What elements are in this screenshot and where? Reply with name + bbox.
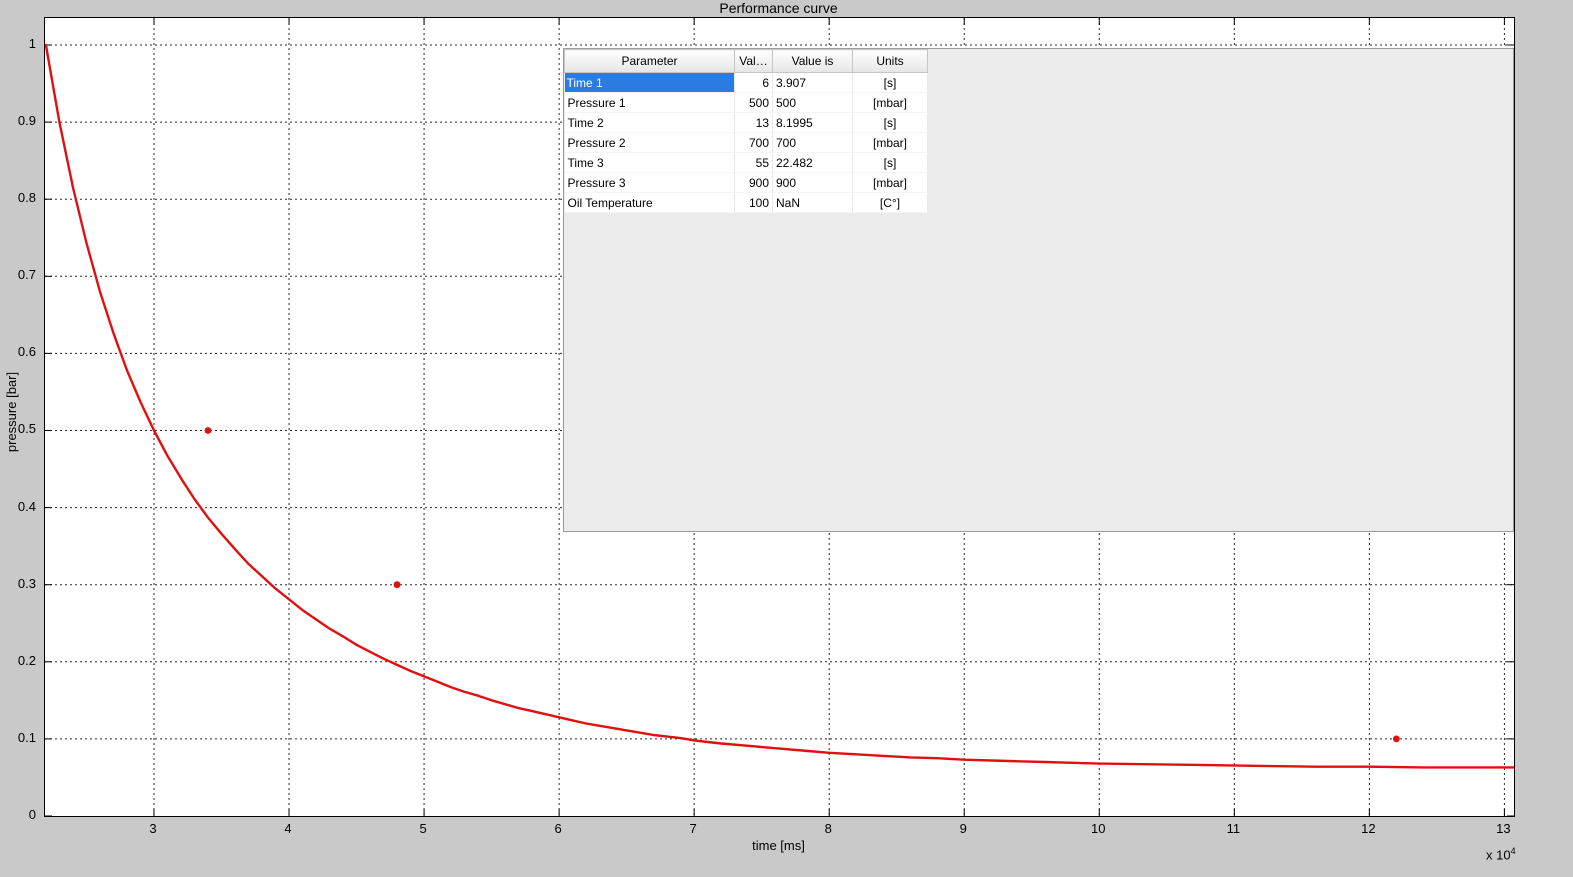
table-row: Pressure 1500500[mbar] [565, 93, 928, 113]
value-cell[interactable]: 13 [735, 113, 773, 133]
y-tick-label: 0.4 [18, 499, 36, 514]
x-tick-label: 12 [1361, 821, 1375, 836]
units-cell[interactable]: [mbar] [853, 173, 928, 193]
value-cell[interactable]: 6 [735, 73, 773, 93]
y-tick-label: 0.1 [18, 730, 36, 745]
figure-window: Performance curve pressure [bar] time [m… [0, 0, 1573, 877]
table-row: Time 2138.1995[s] [565, 113, 928, 133]
data-point [205, 427, 212, 434]
table-header-row: ParameterVal…Value isUnits [565, 50, 928, 73]
x-tick-label: 11 [1227, 821, 1241, 836]
value-cell[interactable]: 100 [735, 193, 773, 213]
value-is-cell[interactable]: 700 [773, 133, 853, 153]
x-tick-label: 10 [1091, 821, 1105, 836]
units-cell[interactable]: [mbar] [853, 133, 928, 153]
x-tick-label: 6 [554, 821, 561, 836]
table-header-cell: Parameter [565, 50, 735, 73]
y-tick-label: 0.3 [18, 576, 36, 591]
y-tick-label: 0.7 [18, 267, 36, 282]
x-axis-multiplier: x 104 [1486, 846, 1516, 862]
parameter-cell[interactable]: Time 1 [565, 73, 735, 93]
chart-title: Performance curve [44, 0, 1513, 16]
table-header-cell: Units [853, 50, 928, 73]
y-tick-label: 1 [29, 36, 36, 51]
table-row: Time 163.907[s] [565, 73, 928, 93]
parameter-table: ParameterVal…Value isUnits Time 163.907[… [564, 49, 928, 213]
y-tick-label: 0.5 [18, 421, 36, 436]
y-tick-label: 0 [29, 807, 36, 822]
value-cell[interactable]: 500 [735, 93, 773, 113]
parameter-cell[interactable]: Pressure 3 [565, 173, 735, 193]
value-cell[interactable]: 900 [735, 173, 773, 193]
table-row: Time 35522.482[s] [565, 153, 928, 173]
x-tick-label: 5 [419, 821, 426, 836]
y-axis-label: pressure [bar] [4, 352, 20, 472]
x-tick-label: 9 [960, 821, 967, 836]
y-tick-label: 0.6 [18, 344, 36, 359]
y-tick-label: 0.8 [18, 190, 36, 205]
parameter-cell[interactable]: Pressure 1 [565, 93, 735, 113]
value-is-cell[interactable]: 22.482 [773, 153, 853, 173]
units-cell[interactable]: [mbar] [853, 93, 928, 113]
multiplier-exponent: 4 [1511, 846, 1516, 856]
parameter-cell[interactable]: Pressure 2 [565, 133, 735, 153]
x-tick-label: 3 [149, 821, 156, 836]
value-cell[interactable]: 700 [735, 133, 773, 153]
y-tick-label: 0.9 [18, 113, 36, 128]
multiplier-base: x 10 [1486, 847, 1511, 862]
value-is-cell[interactable]: 900 [773, 173, 853, 193]
x-tick-label: 4 [284, 821, 291, 836]
x-axis-label: time [ms] [44, 838, 1513, 853]
units-cell[interactable]: [C°] [853, 193, 928, 213]
table-row: Pressure 3900900[mbar] [565, 173, 928, 193]
data-point [394, 581, 401, 588]
table-header-cell: Val… [735, 50, 773, 73]
data-point [1393, 735, 1400, 742]
parameter-cell[interactable]: Oil Temperature [565, 193, 735, 213]
parameter-cell[interactable]: Time 2 [565, 113, 735, 133]
x-tick-label: 13 [1496, 821, 1510, 836]
value-is-cell[interactable]: 3.907 [773, 73, 853, 93]
table-header-cell: Value is [773, 50, 853, 73]
value-is-cell[interactable]: 8.1995 [773, 113, 853, 133]
units-cell[interactable]: [s] [853, 113, 928, 133]
value-cell[interactable]: 55 [735, 153, 773, 173]
table-row: Pressure 2700700[mbar] [565, 133, 928, 153]
x-tick-label: 7 [690, 821, 697, 836]
units-cell[interactable]: [s] [853, 73, 928, 93]
value-is-cell[interactable]: 500 [773, 93, 853, 113]
parameter-panel: ParameterVal…Value isUnits Time 163.907[… [563, 48, 1514, 532]
value-is-cell[interactable]: NaN [773, 193, 853, 213]
table-row: Oil Temperature100NaN[C°] [565, 193, 928, 213]
parameter-cell[interactable]: Time 3 [565, 153, 735, 173]
y-tick-label: 0.2 [18, 653, 36, 668]
units-cell[interactable]: [s] [853, 153, 928, 173]
x-tick-label: 8 [825, 821, 832, 836]
